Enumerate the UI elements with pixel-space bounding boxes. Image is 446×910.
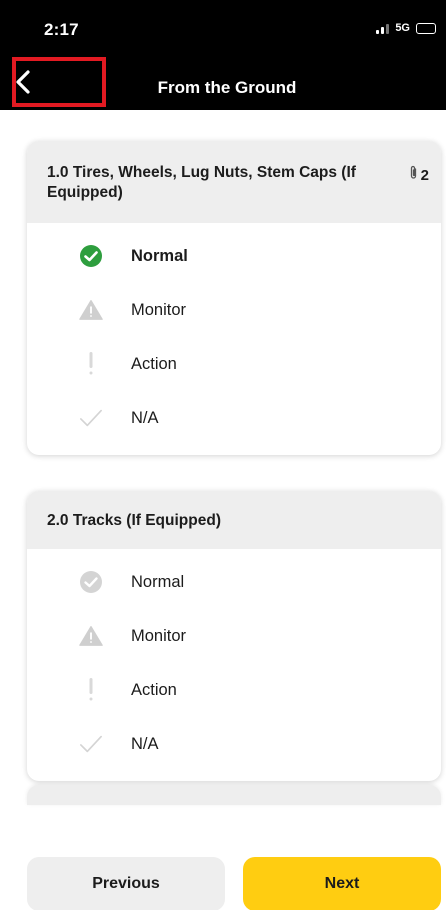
option-action[interactable]: Action: [27, 663, 441, 717]
warning-triangle-icon: [79, 298, 103, 322]
inspection-section-1: 1.0 Tires, Wheels, Lug Nuts, Stem Caps (…: [27, 141, 441, 455]
option-list: Normal Monitor Action N/A: [27, 549, 441, 781]
option-label: N/A: [131, 408, 159, 427]
checkmark-icon: [79, 732, 103, 756]
option-action[interactable]: Action: [27, 337, 441, 391]
option-label: Action: [131, 354, 177, 373]
option-na[interactable]: N/A: [27, 717, 441, 771]
option-normal[interactable]: Normal: [27, 229, 441, 283]
section-title: 1.0 Tires, Wheels, Lug Nuts, Stem Caps (…: [47, 164, 356, 201]
warning-triangle-icon: [79, 624, 103, 648]
check-circle-icon: [79, 244, 103, 268]
section-header: 1.0 Tires, Wheels, Lug Nuts, Stem Caps (…: [27, 141, 441, 223]
section-header: 2.0 Tracks (If Equipped): [27, 491, 441, 549]
footer: Previous Next: [0, 820, 446, 910]
exclamation-icon: [79, 352, 103, 376]
option-monitor[interactable]: Monitor: [27, 283, 441, 337]
option-label: Monitor: [131, 300, 187, 319]
exclamation-icon: [79, 678, 103, 702]
battery-icon: [416, 22, 436, 34]
option-label: N/A: [131, 734, 159, 753]
check-circle-icon: [79, 570, 103, 594]
inspection-section-2: 2.0 Tracks (If Equipped) Normal Monitor …: [27, 491, 441, 781]
option-list: Normal Monitor Action N/A: [27, 223, 441, 455]
top-bar: 2:17 5G From the Ground: [0, 0, 446, 110]
option-label: Monitor: [131, 626, 187, 645]
section-title: 2.0 Tracks (If Equipped): [47, 512, 221, 529]
status-time: 2:17: [44, 20, 79, 39]
attachment-count[interactable]: 2: [409, 165, 429, 186]
previous-button[interactable]: Previous: [27, 857, 225, 910]
signal-icon: [376, 22, 390, 34]
page-title: From the Ground: [157, 78, 297, 97]
inspection-screen: 2:17 5G From the Ground 1.0 Tires, Wheel…: [0, 0, 446, 910]
option-label: Action: [131, 680, 177, 699]
option-label: Normal: [131, 572, 185, 591]
paperclip-icon: [409, 165, 418, 186]
attachment-count-value: 2: [420, 166, 429, 184]
network-label: 5G: [395, 22, 410, 34]
checkmark-icon: [79, 406, 103, 430]
option-na[interactable]: N/A: [27, 391, 441, 445]
next-button[interactable]: Next: [243, 857, 441, 910]
status-indicators: 5G: [376, 22, 436, 34]
inspection-section-3-peek: [27, 785, 441, 805]
option-monitor[interactable]: Monitor: [27, 609, 441, 663]
option-label: Normal: [131, 246, 188, 265]
option-normal[interactable]: Normal: [27, 555, 441, 609]
